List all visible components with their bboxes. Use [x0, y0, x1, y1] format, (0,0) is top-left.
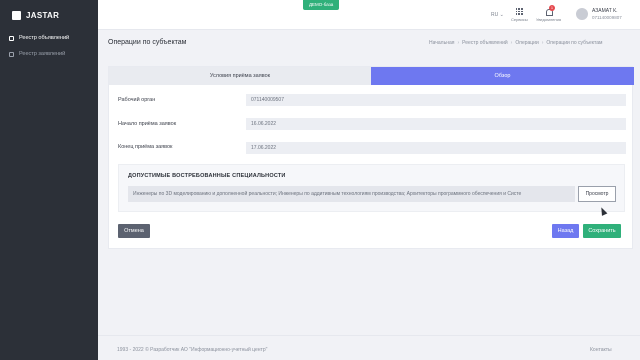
page-title: Операции по субъектам [108, 39, 187, 46]
specialties-title: ДОПУСТИМЫЕ ВОСТРЕБОВАННЫЕ СПЕЦИАЛЬНОСТИ [128, 173, 286, 179]
work-body-label: Рабочий орган [118, 97, 156, 103]
sidebar-item-announcements[interactable]: Реестр объявлений [0, 30, 98, 46]
cancel-button[interactable]: Отмена [118, 224, 150, 238]
save-button[interactable]: Сохранить [583, 224, 621, 238]
breadcrumb-home[interactable]: Начальная [429, 40, 454, 46]
topbar: ДЕМО-база RU ⌄ Сервисы 1 Уведомления АЗА… [98, 0, 640, 30]
specialties-field: Инженеры по 3D моделированию и дополненн… [128, 186, 575, 202]
footer-copyright: 1993 - 2022 © Разработчик АО "Информацио… [117, 347, 268, 353]
specialties-section: ДОПУСТИМЫЕ ВОСТРЕБОВАННЫЕ СПЕЦИАЛЬНОСТИ … [118, 164, 625, 212]
footer: 1993 - 2022 © Разработчик АО "Информацио… [98, 335, 640, 360]
grid-icon [515, 8, 523, 15]
notifications-button[interactable]: 1 Уведомления [536, 5, 562, 22]
tab-conditions[interactable]: Условия приёма заявок [109, 67, 371, 85]
language-select[interactable]: RU ⌄ [491, 12, 504, 18]
user-name[interactable]: АЗАМАТ К. [592, 8, 618, 14]
brand[interactable]: JASTAR [0, 0, 98, 30]
demo-badge: ДЕМО-база [303, 0, 340, 10]
back-button[interactable]: Назад [552, 224, 579, 238]
notifications-label: Уведомления [536, 17, 562, 22]
logo-icon [12, 10, 21, 20]
document-icon [9, 35, 14, 41]
sidebar: JASTAR Реестр объявлений Реестр заявлени… [0, 0, 98, 360]
view-button[interactable]: Просмотр [578, 186, 616, 202]
document-icon [9, 51, 14, 57]
sidebar-item-label: Реестр заявлений [19, 51, 66, 57]
avatar[interactable] [576, 8, 588, 20]
services-label: Сервисы [511, 17, 528, 22]
breadcrumb-separator: › [510, 40, 513, 46]
form-card: Условия приёма заявок Обзор Рабочий орга… [108, 66, 634, 249]
breadcrumb-separator: › [457, 40, 460, 46]
brand-name: JASTAR [26, 10, 60, 20]
end-date-value: 17.06.2022 [246, 142, 626, 154]
tab-overview[interactable]: Обзор [371, 67, 634, 85]
notification-badge: 1 [549, 5, 555, 11]
breadcrumb-separator: › [541, 40, 544, 46]
work-body-value: 071140009507 [246, 94, 626, 106]
services-button[interactable]: Сервисы [511, 8, 528, 22]
breadcrumb-announcements[interactable]: Реестр объявлений [462, 40, 508, 46]
contacts-link[interactable]: Контакты [590, 347, 612, 353]
bell-icon: 1 [545, 5, 555, 16]
breadcrumb-current: Операции по субъектам [546, 40, 603, 46]
breadcrumb: Начальная › Реестр объявлений › Операции… [429, 40, 602, 46]
sidebar-item-label: Реестр объявлений [19, 35, 70, 41]
start-date-value: 16.06.2022 [246, 118, 626, 130]
start-date-label: Начало приёма заявок [118, 121, 177, 127]
end-date-label: Конец приёма заявок [118, 144, 173, 150]
breadcrumb-operations[interactable]: Операции [515, 40, 538, 46]
user-id: 071140009807 [592, 15, 622, 20]
sidebar-item-applications[interactable]: Реестр заявлений [0, 46, 98, 62]
